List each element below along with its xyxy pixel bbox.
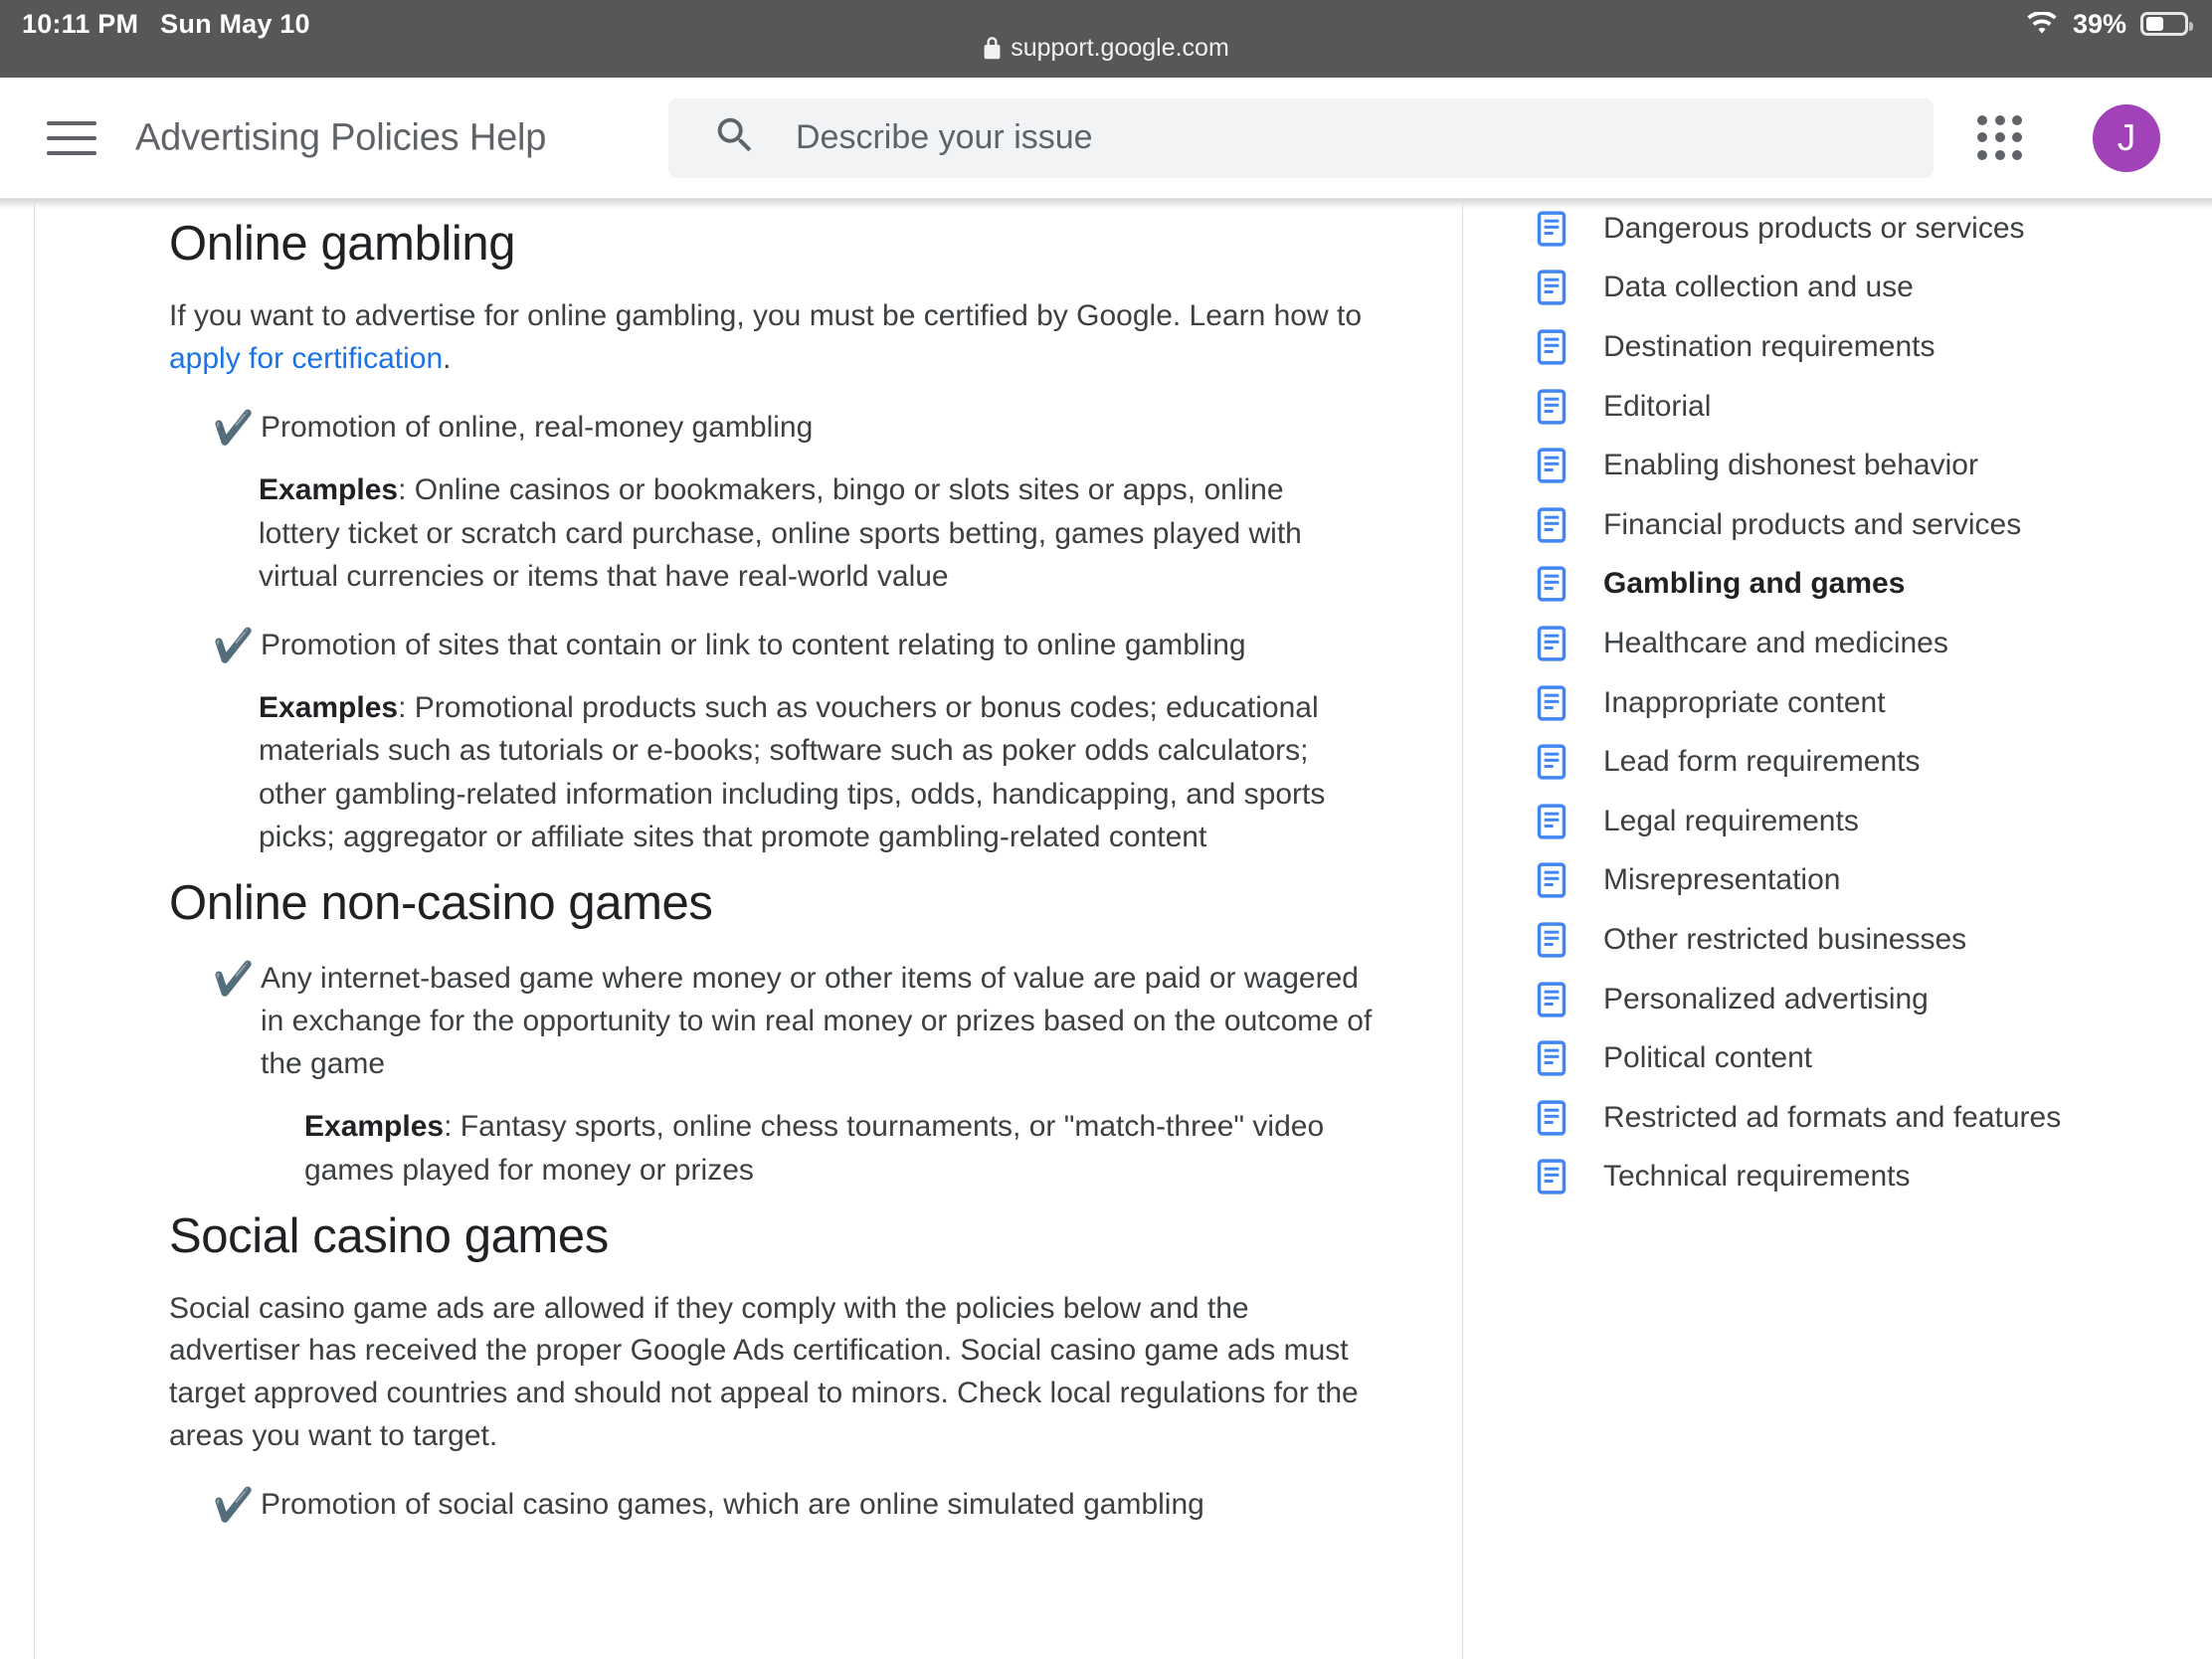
related-policies-list: Dangerous products or services Data coll… bbox=[1532, 199, 2188, 1206]
sidebar-item-label: Financial products and services bbox=[1603, 507, 2022, 541]
document-icon bbox=[1532, 980, 1571, 1019]
document-icon bbox=[1532, 1157, 1571, 1197]
url-text: support.google.com bbox=[1011, 34, 1229, 62]
examples-text: : Fantasy sports, online chess tournamen… bbox=[304, 1110, 1325, 1187]
sidebar-item-personalized-advertising[interactable]: Personalized advertising bbox=[1532, 970, 2188, 1029]
sidebar-item-label: Healthcare and medicines bbox=[1603, 626, 1948, 659]
search-input[interactable] bbox=[796, 118, 1914, 157]
sidebar-item-other-restricted-businesses[interactable]: Other restricted businesses bbox=[1532, 910, 2188, 970]
sidebar-item-financial-products-and-services[interactable]: Financial products and services bbox=[1532, 495, 2188, 555]
article-body: Online gambling If you want to advertise… bbox=[169, 199, 1373, 1526]
sidebar-item-label: Dangerous products or services bbox=[1603, 211, 2025, 245]
sidebar-item-label: Inappropriate content bbox=[1603, 685, 1886, 719]
policy-bullet: ✔️ Promotion of social casino games, whi… bbox=[169, 1483, 1373, 1526]
sidebar-item-label: Political content bbox=[1603, 1041, 1813, 1075]
sidebar-item-label: Destination requirements bbox=[1603, 329, 1936, 363]
policy-bullet: ✔️ Promotion of online, real-money gambl… bbox=[169, 406, 1373, 449]
sidebar-item-label: Restricted ad formats and features bbox=[1603, 1100, 2062, 1134]
policy-examples: Examples: Promotional products such as v… bbox=[259, 686, 1373, 858]
sidebar-item-label: Gambling and games bbox=[1603, 567, 1906, 601]
sidebar-item-dangerous-products-or-services[interactable]: Dangerous products or services bbox=[1532, 199, 2188, 259]
sidebar-item-misrepresentation[interactable]: Misrepresentation bbox=[1532, 851, 2188, 911]
lock-icon bbox=[983, 36, 1002, 61]
wifi-icon bbox=[2025, 11, 2059, 37]
policy-bullet-text: Promotion of sites that contain or link … bbox=[261, 628, 1246, 661]
sidebar-item-editorial[interactable]: Editorial bbox=[1532, 377, 2188, 437]
check-mark-icon: ✔️ bbox=[213, 409, 255, 447]
policy-examples: Examples: Online casinos or bookmakers, … bbox=[259, 468, 1373, 598]
sidebar-item-political-content[interactable]: Political content bbox=[1532, 1028, 2188, 1088]
content-sidebar-divider bbox=[1462, 199, 1463, 1659]
sidebar-item-label: Misrepresentation bbox=[1603, 863, 1841, 897]
examples-label: Examples bbox=[259, 473, 399, 507]
document-icon bbox=[1532, 564, 1571, 604]
ios-status-bar: 10:11 PM Sun May 10 39% support.google.c… bbox=[0, 0, 2212, 78]
section-heading-online-gambling: Online gambling bbox=[169, 217, 516, 271]
left-divider bbox=[34, 199, 35, 1659]
sidebar-item-restricted-ad-formats-and-features[interactable]: Restricted ad formats and features bbox=[1532, 1088, 2188, 1148]
sidebar-item-label: Data collection and use bbox=[1603, 271, 1914, 304]
document-icon bbox=[1532, 860, 1571, 900]
section-intro-online-gambling: If you want to advertise for online gamb… bbox=[169, 295, 1373, 380]
page-header: Advertising Policies Help J bbox=[0, 78, 2212, 199]
sidebar-item-legal-requirements[interactable]: Legal requirements bbox=[1532, 792, 2188, 851]
policy-examples: Examples: Fantasy sports, online chess t… bbox=[304, 1105, 1373, 1191]
policy-bullet-text: Any internet-based game where money or o… bbox=[261, 961, 1373, 1081]
section-heading-online-non-casino-games: Online non-casino games bbox=[169, 875, 713, 930]
sidebar-item-label: Legal requirements bbox=[1603, 804, 1859, 837]
page-title: Advertising Policies Help bbox=[135, 116, 547, 158]
browser-url-bar[interactable]: support.google.com bbox=[0, 34, 2212, 63]
section-intro-social-casino-games: Social casino game ads are allowed if th… bbox=[169, 1291, 1359, 1452]
document-icon bbox=[1532, 446, 1571, 485]
examples-text: : Promotional products such as vouchers … bbox=[259, 691, 1326, 853]
document-icon bbox=[1532, 1038, 1571, 1078]
examples-text: : Online casinos or bookmakers, bingo or… bbox=[259, 473, 1302, 593]
policy-bullet-text: Promotion of online, real-money gambling bbox=[261, 411, 814, 445]
document-icon bbox=[1532, 920, 1571, 960]
battery-icon bbox=[2140, 12, 2193, 36]
intro-text-after: . bbox=[443, 341, 452, 375]
document-icon bbox=[1532, 209, 1571, 249]
sidebar-item-healthcare-and-medicines[interactable]: Healthcare and medicines bbox=[1532, 614, 2188, 673]
document-icon bbox=[1532, 505, 1571, 545]
sidebar-item-label: Technical requirements bbox=[1603, 1160, 1911, 1194]
sidebar-item-label: Personalized advertising bbox=[1603, 982, 1929, 1015]
content-area: Online gambling If you want to advertise… bbox=[0, 199, 2212, 1659]
policy-bullet: ✔️ Any internet-based game where money o… bbox=[169, 957, 1373, 1086]
apply-for-certification-link[interactable]: apply for certification bbox=[169, 342, 443, 375]
document-icon bbox=[1532, 742, 1571, 782]
search-icon bbox=[712, 112, 758, 163]
document-icon bbox=[1532, 327, 1571, 367]
sidebar-item-lead-form-requirements[interactable]: Lead form requirements bbox=[1532, 732, 2188, 792]
examples-label: Examples bbox=[259, 691, 399, 725]
document-icon bbox=[1532, 683, 1571, 723]
check-mark-icon: ✔️ bbox=[213, 959, 255, 997]
document-icon bbox=[1532, 268, 1571, 307]
sidebar-item-label: Lead form requirements bbox=[1603, 745, 1921, 779]
apps-grid-icon[interactable] bbox=[1977, 114, 2023, 161]
document-icon bbox=[1532, 624, 1571, 663]
sidebar-item-label: Enabling dishonest behavior bbox=[1603, 449, 1978, 482]
check-mark-icon: ✔️ bbox=[213, 626, 255, 663]
sidebar-item-label: Other restricted businesses bbox=[1603, 922, 1967, 956]
document-icon bbox=[1532, 387, 1571, 427]
check-mark-icon: ✔️ bbox=[213, 1486, 255, 1524]
document-icon bbox=[1532, 1098, 1571, 1138]
hamburger-menu-icon[interactable] bbox=[47, 120, 96, 155]
sidebar-item-technical-requirements[interactable]: Technical requirements bbox=[1532, 1148, 2188, 1207]
sidebar-item-gambling-and-games[interactable]: Gambling and games bbox=[1532, 555, 2188, 615]
section-heading-social-casino-games: Social casino games bbox=[169, 1208, 609, 1263]
policy-bullet: ✔️ Promotion of sites that contain or li… bbox=[169, 624, 1373, 666]
search-box[interactable] bbox=[668, 97, 1934, 178]
sidebar-item-label: Editorial bbox=[1603, 389, 1712, 423]
sidebar-item-data-collection-and-use[interactable]: Data collection and use bbox=[1532, 259, 2188, 318]
avatar[interactable]: J bbox=[2093, 103, 2160, 172]
document-icon bbox=[1532, 802, 1571, 841]
sidebar-item-destination-requirements[interactable]: Destination requirements bbox=[1532, 317, 2188, 377]
intro-text-before: If you want to advertise for online gamb… bbox=[169, 299, 1363, 332]
policy-bullet-text: Promotion of social casino games, which … bbox=[261, 1488, 1204, 1522]
examples-label: Examples bbox=[304, 1110, 445, 1144]
sidebar-item-inappropriate-content[interactable]: Inappropriate content bbox=[1532, 673, 2188, 733]
sidebar-item-enabling-dishonest-behavior[interactable]: Enabling dishonest behavior bbox=[1532, 436, 2188, 495]
